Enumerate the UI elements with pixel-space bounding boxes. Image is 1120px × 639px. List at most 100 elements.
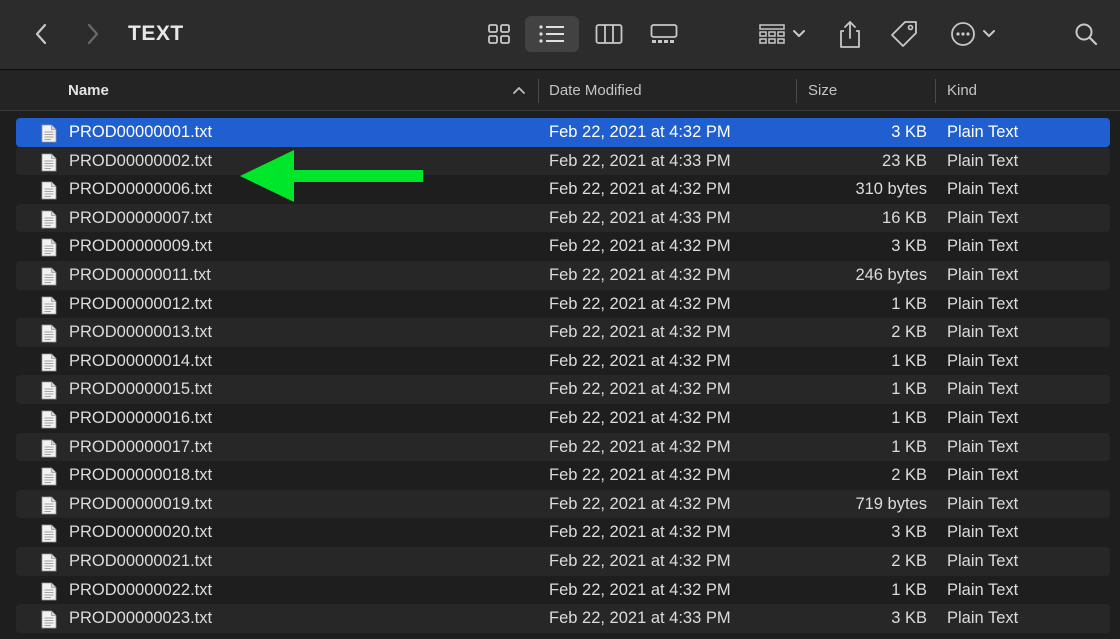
file-row[interactable]: PROD00000007.txt Feb 22, 2021 at 4:33 PM 1… [16,203,1110,233]
file-row[interactable]: PROD00000012.txt Feb 22, 2021 at 4:32 PM 1… [16,290,1110,319]
file-row[interactable]: PROD00000016.txt Feb 22, 2021 at 4:32 PM 1… [16,404,1110,433]
document-icon [41,153,57,171]
file-row[interactable]: PROD00000006.txt Feb 22, 2021 at 4:32 PM 3… [16,175,1110,204]
file-name: PROD00000020.txt [69,523,213,542]
file-date-modified: Feb 22, 2021 at 4:33 PM [549,208,731,227]
file-date-modified: Feb 22, 2021 at 4:33 PM [549,609,731,628]
document-icon [41,238,57,257]
column-header-date[interactable]: Date Modified [549,71,642,110]
file-date-modified: Feb 22, 2021 at 4:32 PM [549,123,731,141]
column-view-button[interactable] [590,16,628,52]
gallery-view-button[interactable] [644,16,684,52]
file-date-modified: Feb 22, 2021 at 4:32 PM [549,351,731,370]
file-kind: Plain Text [947,466,1019,485]
file-row[interactable]: PROD00000009.txt Feb 22, 2021 at 4:32 PM 3… [16,232,1110,261]
document-icon [41,124,57,143]
column-divider[interactable] [796,79,797,103]
columns-icon [595,24,623,44]
file-size: 1 KB [891,294,927,313]
icon-view-button[interactable] [480,16,518,52]
file-name: PROD00000018.txt [69,466,213,485]
file-kind: Plain Text [947,323,1019,342]
file-kind: Plain Text [947,294,1019,313]
forward-button[interactable] [78,16,108,52]
file-row[interactable]: PROD00000022.txt Feb 22, 2021 at 4:32 PM 1… [16,576,1110,605]
file-kind: Plain Text [947,552,1019,570]
file-row[interactable]: PROD00000019.txt Feb 22, 2021 at 4:32 PM 7… [16,489,1110,519]
file-list: PROD00000001.txt Feb 22, 2021 at 4:32 PM 3… [0,111,1120,633]
share-button[interactable] [834,16,866,52]
search-icon [1075,23,1098,46]
file-row[interactable]: PROD00000018.txt Feb 22, 2021 at 4:32 PM 2… [16,461,1110,490]
file-row[interactable]: PROD00000023.txt Feb 22, 2021 at 4:33 PM 3… [16,604,1110,633]
file-name: PROD00000012.txt [69,294,213,313]
file-kind: Plain Text [947,380,1019,399]
file-row[interactable]: PROD00000015.txt Feb 22, 2021 at 4:32 PM 1… [16,375,1110,404]
file-date-modified: Feb 22, 2021 at 4:32 PM [549,580,731,599]
file-size: 2 KB [891,466,927,485]
file-size: 1 KB [891,409,927,427]
column-divider[interactable] [935,79,936,103]
file-name: PROD00000022.txt [69,580,213,599]
document-icon [41,439,57,457]
window-title: TEXT [128,22,184,45]
file-kind: Plain Text [947,237,1019,256]
file-row[interactable]: PROD00000011.txt Feb 22, 2021 at 4:32 PM 2… [16,261,1110,290]
column-header-name[interactable]: Name [68,71,109,110]
list-icon [539,25,564,43]
file-date-modified: Feb 22, 2021 at 4:32 PM [549,409,731,427]
back-button[interactable] [26,16,56,52]
file-row[interactable]: PROD00000002.txt Feb 22, 2021 at 4:33 PM 2… [16,146,1110,176]
list-view-button[interactable] [525,16,579,52]
file-size: 3 KB [891,237,927,256]
file-size: 1 KB [891,380,927,399]
file-name: PROD00000013.txt [69,323,213,342]
file-size: 23 KB [882,151,927,170]
file-name: PROD00000002.txt [69,151,213,170]
search-button[interactable] [1070,16,1102,52]
file-kind: Plain Text [947,151,1019,170]
file-date-modified: Feb 22, 2021 at 4:32 PM [549,437,731,456]
file-name: PROD00000023.txt [69,609,213,628]
file-name: PROD00000006.txt [69,180,213,199]
file-row[interactable]: PROD00000017.txt Feb 22, 2021 at 4:32 PM 1… [16,432,1110,462]
column-header-size[interactable]: Size [808,71,837,110]
file-date-modified: Feb 22, 2021 at 4:32 PM [549,380,731,399]
toolbar: TEXT [0,0,1120,70]
file-name: PROD00000021.txt [69,552,213,570]
document-icon [41,181,57,200]
arrow-left-icon [240,150,423,202]
file-kind: Plain Text [947,351,1019,370]
document-icon [41,582,57,600]
document-icon [41,467,57,486]
share-icon [840,21,860,48]
document-icon [41,524,57,543]
file-row[interactable]: PROD00000001.txt Feb 22, 2021 at 4:32 PM 3… [16,118,1110,147]
chevron-up-icon[interactable] [512,84,526,96]
file-name: PROD00000019.txt [69,494,213,513]
gallery-icon [650,24,678,43]
column-divider[interactable] [538,79,539,103]
file-date-modified: Feb 22, 2021 at 4:32 PM [549,237,731,256]
file-row[interactable]: PROD00000013.txt Feb 22, 2021 at 4:32 PM 2… [16,318,1110,347]
file-row[interactable]: PROD00000014.txt Feb 22, 2021 at 4:32 PM 1… [16,347,1110,376]
file-kind: Plain Text [947,123,1019,141]
file-kind: Plain Text [947,266,1019,284]
group-by-button[interactable] [754,16,810,52]
file-date-modified: Feb 22, 2021 at 4:33 PM [549,151,731,170]
file-date-modified: Feb 22, 2021 at 4:32 PM [549,180,731,199]
column-header-kind[interactable]: Kind [947,71,977,110]
more-actions-button[interactable] [945,16,1001,52]
file-row[interactable]: PROD00000020.txt Feb 22, 2021 at 4:32 PM 3… [16,518,1110,547]
file-kind: Plain Text [947,609,1019,628]
file-size: 310 bytes [855,180,927,199]
file-kind: Plain Text [947,580,1019,599]
file-kind: Plain Text [947,494,1019,513]
file-row[interactable]: PROD00000021.txt Feb 22, 2021 at 4:32 PM 2… [16,547,1110,576]
file-size: 16 KB [882,208,927,227]
tags-button[interactable] [886,16,922,52]
document-icon [41,353,57,372]
group-icon [759,24,785,44]
document-icon [41,210,57,229]
file-name: PROD00000016.txt [69,409,213,427]
